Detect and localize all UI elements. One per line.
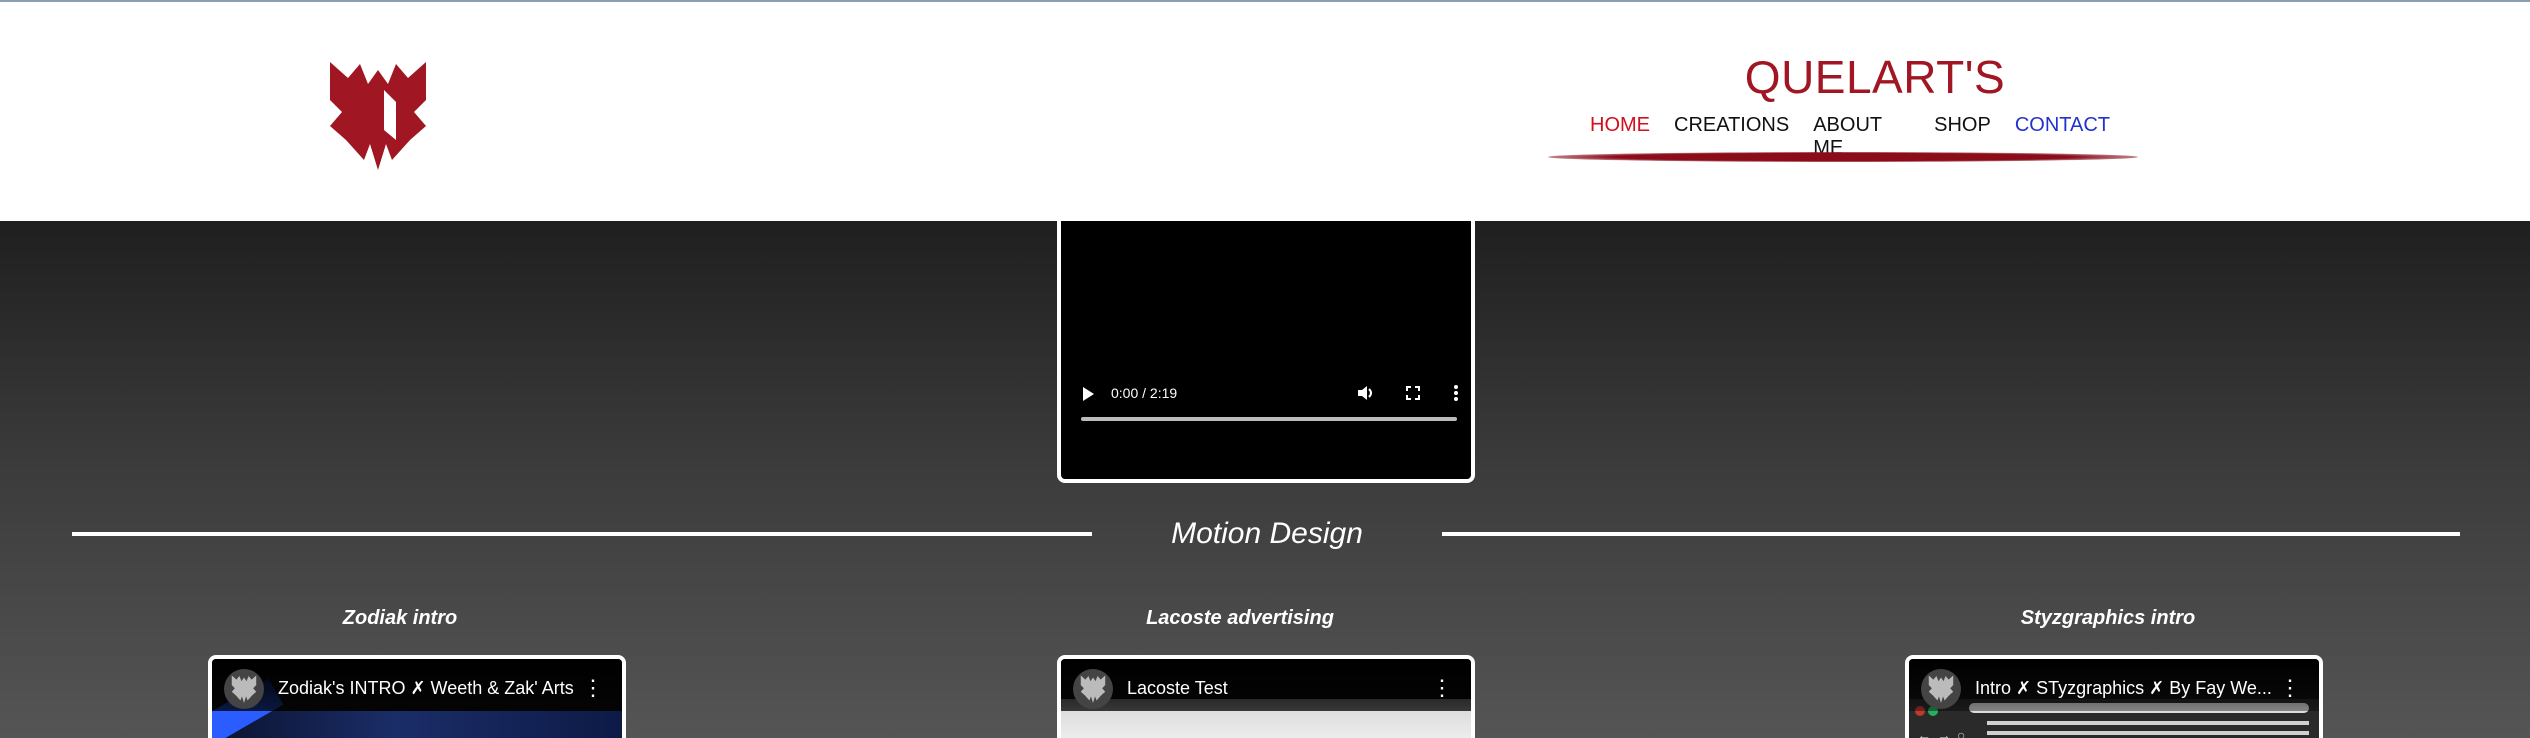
section-title: Motion Design — [1171, 517, 1363, 550]
logo-icon[interactable] — [330, 60, 426, 170]
more-vert-icon[interactable]: ⋮ — [2279, 675, 2301, 701]
video-title[interactable]: Zodiak's INTRO ✗ Weeth & Zak' Arts — [278, 678, 578, 699]
channel-avatar[interactable] — [224, 669, 264, 709]
video-title[interactable]: Lacoste Test — [1127, 678, 1427, 699]
channel-avatar[interactable] — [1921, 669, 1961, 709]
more-vert-icon[interactable]: ⋮ — [1431, 675, 1453, 701]
video-controls: 0:00 / 2:19 — [1079, 383, 1459, 405]
more-vert-icon[interactable]: ⋮ — [582, 675, 604, 701]
item-title-lacoste: Lacoste advertising — [1146, 607, 1334, 629]
volume-icon[interactable] — [1357, 385, 1375, 404]
thumbnail-arrows-icon: ←→○ — [1917, 727, 1972, 738]
site-header: QUELART'S HOME CREATIONS ABOUT ME SHOP C… — [0, 2, 2530, 221]
video-thumbnail — [212, 711, 622, 738]
thumbnail-line — [1987, 721, 2309, 725]
section-divider-right — [1442, 532, 2460, 536]
more-vert-icon[interactable] — [1453, 384, 1459, 405]
featured-video-player[interactable]: 0:00 / 2:19 — [1057, 221, 1475, 483]
thumbnail-line — [1987, 731, 2309, 735]
play-icon[interactable] — [1081, 386, 1095, 405]
seek-bar[interactable] — [1081, 417, 1457, 421]
nav-underline — [1548, 152, 2138, 162]
item-title-zodiak: Zodiak intro — [342, 607, 458, 629]
video-time: 0:00 / 2:19 — [1111, 385, 1178, 401]
video-title[interactable]: Intro ✗ STyzgraphics ✗ By Fay We... — [1975, 678, 2275, 699]
video-card-zodiak[interactable]: Zodiak's INTRO ✗ Weeth & Zak' Arts ⋮ — [208, 655, 626, 738]
channel-avatar[interactable] — [1073, 669, 1113, 709]
site-brand[interactable]: QUELART'S — [1700, 50, 2050, 104]
main-content: 0:00 / 2:19 Motion Design Zodiak intro L… — [0, 221, 2530, 738]
video-card-lacoste[interactable]: Lacoste Test ⋮ — [1057, 655, 1475, 738]
fullscreen-icon[interactable] — [1405, 385, 1421, 404]
section-divider-left — [72, 532, 1092, 536]
video-card-styzgraphics[interactable]: ←→○ Intro ✗ STyzgraphics ✗ By Fay We... … — [1905, 655, 2323, 738]
item-title-styzgraphics: Styzgraphics intro — [2020, 607, 2196, 629]
